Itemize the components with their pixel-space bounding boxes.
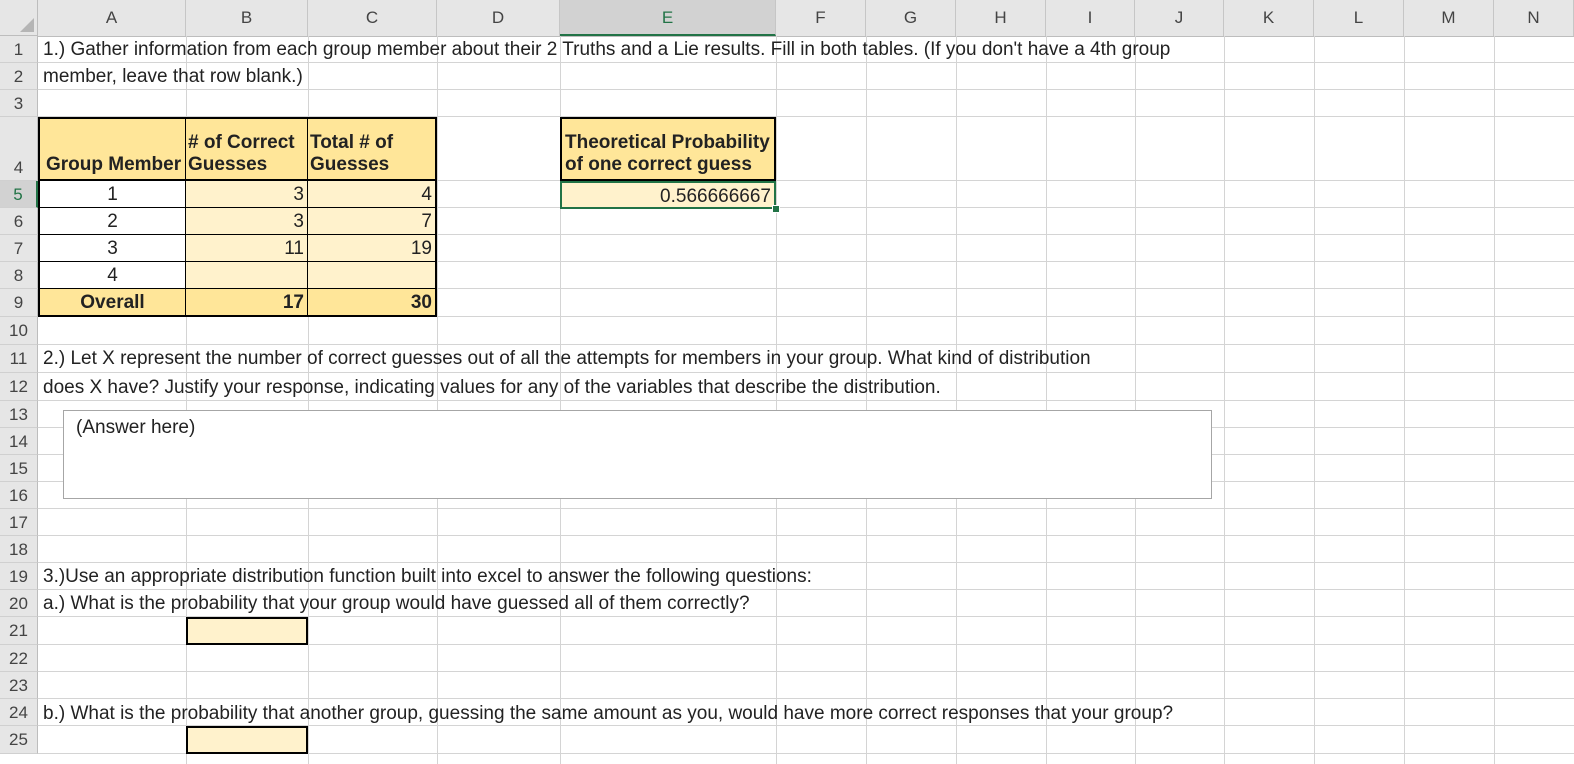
row-header-7[interactable]: 7	[0, 235, 38, 262]
row-header-18[interactable]: 18	[0, 536, 38, 563]
row-header-15[interactable]: 15	[0, 455, 38, 482]
correct-cell[interactable]: 3	[186, 181, 308, 208]
grid-hline	[38, 508, 1574, 509]
row-header-5[interactable]: 5	[0, 181, 38, 208]
q3-a-question: a.) What is the probability that your gr…	[43, 593, 750, 614]
row-header-4[interactable]: 4	[0, 117, 38, 181]
answer-placeholder: (Answer here)	[76, 417, 196, 438]
row-header-13[interactable]: 13	[0, 401, 38, 428]
column-header-f[interactable]: F	[776, 0, 866, 36]
q3-b-question: b.) What is the probability that another…	[43, 703, 1174, 724]
row-header-9[interactable]: 9	[0, 289, 38, 317]
column-header-n[interactable]: N	[1494, 0, 1574, 36]
q3-a-answer-cell[interactable]	[186, 617, 308, 645]
header-group-member-label: Group Member	[46, 154, 182, 175]
row-header-19[interactable]: 19	[0, 563, 38, 590]
row-header-10[interactable]: 10	[0, 317, 38, 345]
row-header-20[interactable]: 20	[0, 590, 38, 617]
column-header-i[interactable]: I	[1046, 0, 1135, 36]
row-header-22[interactable]: 22	[0, 645, 38, 672]
total-cell[interactable]: 4	[308, 181, 437, 208]
correct-cell[interactable]: 11	[186, 235, 308, 262]
q2-line1: 2.) Let X represent the number of correc…	[43, 348, 1091, 369]
grid-hline	[38, 535, 1574, 536]
grid-hline	[38, 698, 1574, 699]
header-correct-guesses[interactable]: # of Correct Guesses	[186, 117, 308, 181]
column-header-a[interactable]: A	[38, 0, 186, 36]
row-header-14[interactable]: 14	[0, 428, 38, 455]
column-header-l[interactable]: L	[1314, 0, 1404, 36]
row-header-24[interactable]: 24	[0, 699, 38, 726]
total-cell[interactable]	[308, 262, 437, 289]
header-total-guesses[interactable]: Total # of Guesses	[308, 117, 437, 181]
grid-hline	[38, 671, 1574, 672]
row-header-8[interactable]: 8	[0, 262, 38, 289]
correct-cell[interactable]	[186, 262, 308, 289]
member-cell[interactable]: 2	[38, 208, 186, 235]
q1-line2: member, leave that row blank.)	[43, 66, 303, 87]
member-cell[interactable]: 4	[38, 262, 186, 289]
q2-line2: does X have? Justify your response, indi…	[43, 377, 941, 398]
header-total-line2: Guesses	[310, 154, 390, 175]
row-header-25[interactable]: 25	[0, 726, 38, 754]
overall-label-cell[interactable]: Overall	[38, 289, 186, 317]
column-header-m[interactable]: M	[1404, 0, 1494, 36]
column-header-j[interactable]: J	[1135, 0, 1224, 36]
row-header-12[interactable]: 12	[0, 373, 38, 401]
row-header-2[interactable]: 2	[0, 63, 38, 90]
row-header-21[interactable]: 21	[0, 617, 38, 645]
select-all-corner[interactable]	[0, 0, 38, 36]
column-header-c[interactable]: C	[308, 0, 437, 36]
q1-line1: 1.) Gather information from each group m…	[43, 39, 1171, 60]
row-header-1[interactable]: 1	[0, 36, 38, 63]
correct-cell[interactable]: 3	[186, 208, 308, 235]
column-header-d[interactable]: D	[437, 0, 560, 36]
member-cell[interactable]: 1	[38, 181, 186, 208]
column-header-k[interactable]: K	[1224, 0, 1314, 36]
overall-correct-cell[interactable]: 17	[186, 289, 308, 317]
q3-b-answer-cell[interactable]	[186, 726, 308, 754]
column-header-g[interactable]: G	[866, 0, 956, 36]
member-cell[interactable]: 3	[38, 235, 186, 262]
row-header-11[interactable]: 11	[0, 345, 38, 373]
header-correct-line2: Guesses	[188, 154, 268, 175]
total-cell[interactable]: 7	[308, 208, 437, 235]
theoretical-value-cell[interactable]: 0.566666667	[560, 181, 776, 209]
row-header-3[interactable]: 3	[0, 90, 38, 117]
theoretical-header-line2: of one correct guess	[565, 154, 752, 175]
overall-total-cell[interactable]: 30	[308, 289, 437, 317]
row-header-16[interactable]: 16	[0, 482, 38, 509]
fill-handle[interactable]	[772, 205, 780, 213]
answer-textbox[interactable]: (Answer here)	[63, 410, 1212, 499]
theoretical-header[interactable]: Theoretical Probability of one correct g…	[560, 117, 776, 181]
column-header-b[interactable]: B	[186, 0, 308, 36]
row-header-23[interactable]: 23	[0, 672, 38, 699]
column-header-e[interactable]: E	[560, 0, 776, 36]
header-group-member[interactable]: Group Member	[38, 117, 186, 181]
row-header-17[interactable]: 17	[0, 509, 38, 536]
q3-intro: 3.)Use an appropriate distribution funct…	[43, 566, 812, 587]
total-cell[interactable]: 19	[308, 235, 437, 262]
row-header-6[interactable]: 6	[0, 208, 38, 235]
column-header-h[interactable]: H	[956, 0, 1046, 36]
